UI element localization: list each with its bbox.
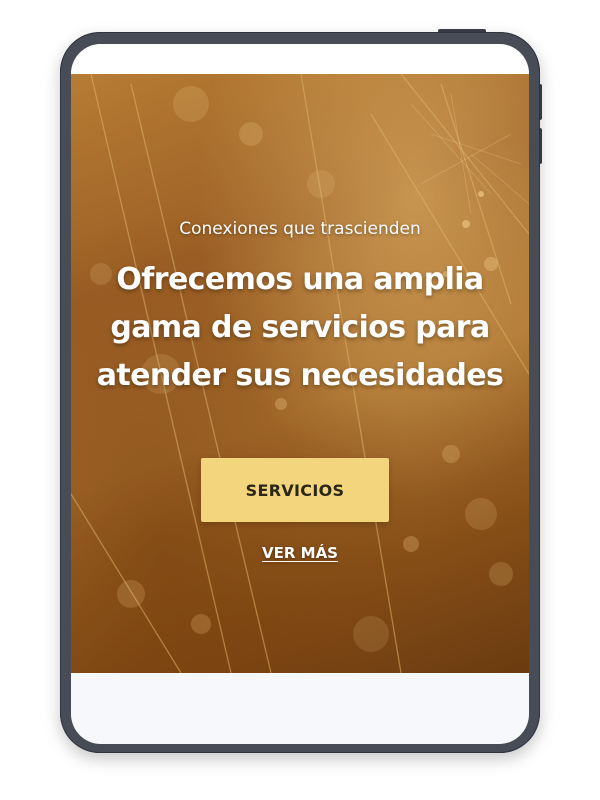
hero-headline-line: gama de servicios para: [110, 310, 490, 345]
see-more-link[interactable]: VER MÁS: [71, 544, 529, 562]
services-button[interactable]: SERVICIOS: [201, 458, 389, 522]
device-mockup: Conexiones que trascienden Ofrecemos una…: [0, 0, 600, 800]
hero-tagline: Conexiones que trascienden: [179, 219, 421, 239]
hero-headline: Ofrecemos una amplia gama de servicios p…: [71, 256, 529, 400]
hero-headline-line: Ofrecemos una amplia: [116, 262, 484, 297]
top-bar: [71, 44, 529, 74]
tablet-screen: Conexiones que trascienden Ofrecemos una…: [71, 44, 529, 744]
hero-section: Conexiones que trascienden Ofrecemos una…: [71, 74, 529, 673]
hero-headline-line: atender sus necesidades: [96, 358, 504, 393]
